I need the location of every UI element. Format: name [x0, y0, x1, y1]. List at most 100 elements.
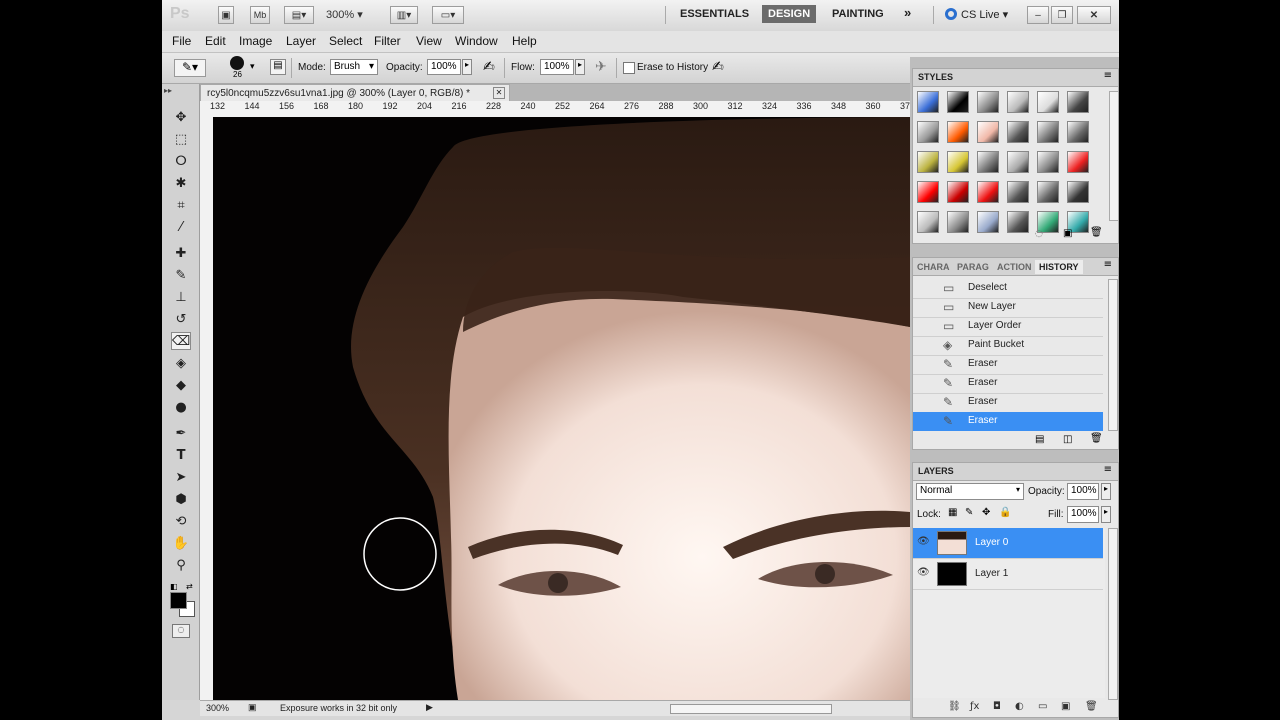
- brush-picker-chevron-icon[interactable]: ▾: [250, 62, 255, 72]
- style-swatch[interactable]: [1007, 121, 1029, 143]
- style-swatch[interactable]: [977, 91, 999, 113]
- style-swatch[interactable]: [917, 181, 939, 203]
- style-swatch[interactable]: [1067, 121, 1089, 143]
- layer-mask-icon[interactable]: ◘: [993, 701, 1001, 712]
- default-colors-icon[interactable]: ◧: [170, 582, 178, 591]
- layer-style-icon[interactable]: ƒx: [970, 701, 979, 712]
- history-state[interactable]: ✎ Eraser: [913, 355, 1103, 375]
- fill-input[interactable]: 100%: [1067, 506, 1099, 523]
- actions-tab[interactable]: ACTION: [997, 262, 1032, 272]
- eraser-preset-icon[interactable]: ✎▾: [174, 59, 206, 77]
- opacity-slider-toggle[interactable]: ▸: [462, 59, 472, 75]
- swap-colors-icon[interactable]: ⇄: [186, 582, 193, 591]
- new-layer-icon[interactable]: ▣: [1061, 701, 1070, 712]
- tablet-pressure-size-icon[interactable]: ✍: [712, 59, 724, 75]
- style-swatch[interactable]: [977, 181, 999, 203]
- layer-row[interactable]: 👁 Layer 0: [913, 528, 1103, 559]
- menu-help[interactable]: Help: [512, 34, 537, 48]
- erase-to-history-checkbox[interactable]: [623, 62, 635, 74]
- layer-opacity-slider-toggle[interactable]: ▸: [1101, 483, 1111, 500]
- style-swatch[interactable]: [947, 151, 969, 173]
- style-swatch[interactable]: [977, 211, 999, 233]
- spot-healing-tool-icon[interactable]: ✚: [171, 244, 191, 262]
- menu-image[interactable]: Image: [239, 34, 272, 48]
- menu-file[interactable]: File: [172, 34, 191, 48]
- collapse-tools-icon[interactable]: ▸▸: [164, 86, 172, 95]
- styles-tab[interactable]: STYLES: [918, 72, 953, 82]
- close-button[interactable]: ✕: [1077, 6, 1111, 24]
- layer-opacity-input[interactable]: 100%: [1067, 483, 1099, 500]
- lock-image-icon[interactable]: ✎: [965, 507, 973, 518]
- style-swatch[interactable]: [977, 121, 999, 143]
- adjustment-layer-icon[interactable]: ◐: [1015, 701, 1024, 712]
- style-swatch[interactable]: [1007, 181, 1029, 203]
- panel-menu-icon[interactable]: ≡: [1104, 259, 1112, 270]
- style-swatch[interactable]: [947, 121, 969, 143]
- new-group-icon[interactable]: ▭: [1038, 701, 1047, 712]
- airbrush-icon[interactable]: ✈: [595, 59, 607, 75]
- flow-input[interactable]: 100%: [540, 59, 574, 75]
- style-swatch[interactable]: [1037, 91, 1059, 113]
- close-document-icon[interactable]: ✕: [493, 87, 505, 99]
- fill-slider-toggle[interactable]: ▸: [1101, 506, 1111, 523]
- menu-edit[interactable]: Edit: [205, 34, 226, 48]
- delete-state-icon[interactable]: 🗑: [1090, 433, 1103, 444]
- eraser-tool-icon[interactable]: ⌫: [171, 332, 191, 350]
- style-swatch[interactable]: [917, 121, 939, 143]
- maximize-button[interactable]: ❐: [1051, 6, 1073, 24]
- menu-select[interactable]: Select: [329, 34, 362, 48]
- layers-tab[interactable]: LAYERS: [918, 466, 954, 476]
- history-state[interactable]: ✎ Eraser: [913, 374, 1103, 394]
- style-swatch[interactable]: [977, 151, 999, 173]
- workspace-design[interactable]: DESIGN: [762, 5, 817, 23]
- visibility-eye-icon[interactable]: 👁: [917, 567, 930, 578]
- delete-style-icon[interactable]: 🗑: [1090, 227, 1103, 238]
- eyedropper-tool-icon[interactable]: ⁄: [171, 218, 191, 236]
- horizontal-scrollbar[interactable]: [670, 704, 832, 714]
- layers-scrollbar[interactable]: [1108, 528, 1118, 700]
- style-swatch[interactable]: [947, 211, 969, 233]
- history-state[interactable]: ✎ Eraser: [913, 412, 1103, 431]
- 3d-rotate-tool-icon[interactable]: ⟲: [171, 512, 191, 530]
- style-swatch[interactable]: [917, 91, 939, 113]
- paint-bucket-tool-icon[interactable]: ◈: [171, 354, 191, 372]
- blend-mode-select[interactable]: Normal ▾: [916, 483, 1024, 500]
- history-state[interactable]: ✎ Eraser: [913, 393, 1103, 413]
- type-tool-icon[interactable]: T: [171, 446, 191, 464]
- opacity-input[interactable]: 100%: [427, 59, 461, 75]
- hand-tool-icon[interactable]: ✋: [171, 534, 191, 552]
- layer-row[interactable]: 👁 Layer 1: [913, 559, 1103, 590]
- style-swatch[interactable]: [1007, 91, 1029, 113]
- style-swatch[interactable]: [1067, 151, 1089, 173]
- history-tab[interactable]: HISTORY: [1035, 260, 1083, 274]
- blur-tool-icon[interactable]: ◆: [171, 376, 191, 394]
- lock-position-icon[interactable]: ✥: [982, 507, 990, 518]
- screen-mode-icon[interactable]: ▭▾: [432, 6, 464, 24]
- cs-live-button[interactable]: CS Live ▾: [961, 8, 1008, 21]
- style-swatch[interactable]: [917, 211, 939, 233]
- style-swatch[interactable]: [947, 181, 969, 203]
- history-state[interactable]: ▭ Layer Order: [913, 317, 1103, 337]
- history-scrollbar[interactable]: [1108, 279, 1118, 431]
- zoom-level-select[interactable]: 300% ▾: [326, 8, 363, 21]
- style-swatch[interactable]: [1037, 121, 1059, 143]
- paragraph-tab[interactable]: PARAG: [957, 262, 989, 272]
- marquee-tool-icon[interactable]: ⬚: [171, 130, 191, 148]
- path-selection-tool-icon[interactable]: ➤: [171, 468, 191, 486]
- mode-select[interactable]: Brush ▾: [330, 59, 378, 75]
- tablet-pressure-opacity-icon[interactable]: ✍: [483, 59, 495, 75]
- flow-slider-toggle[interactable]: ▸: [575, 59, 585, 75]
- history-state[interactable]: ▭ Deselect: [913, 279, 1103, 299]
- lasso-tool-icon[interactable]: ⵔ: [171, 152, 191, 170]
- dodge-tool-icon[interactable]: ●: [171, 398, 191, 416]
- bridge-icon[interactable]: ▣: [218, 6, 234, 24]
- menu-view[interactable]: View: [416, 34, 442, 48]
- workspace-painting[interactable]: PAINTING: [832, 8, 884, 20]
- styles-scrollbar[interactable]: [1109, 91, 1119, 221]
- delete-layer-icon[interactable]: 🗑: [1085, 701, 1098, 712]
- clone-stamp-tool-icon[interactable]: ⊥: [171, 288, 191, 306]
- style-swatch[interactable]: [1067, 181, 1089, 203]
- mini-bridge-button[interactable]: Mb: [250, 6, 270, 24]
- crop-tool-icon[interactable]: ⌗: [171, 196, 191, 214]
- layer-name[interactable]: Layer 1: [975, 568, 1008, 579]
